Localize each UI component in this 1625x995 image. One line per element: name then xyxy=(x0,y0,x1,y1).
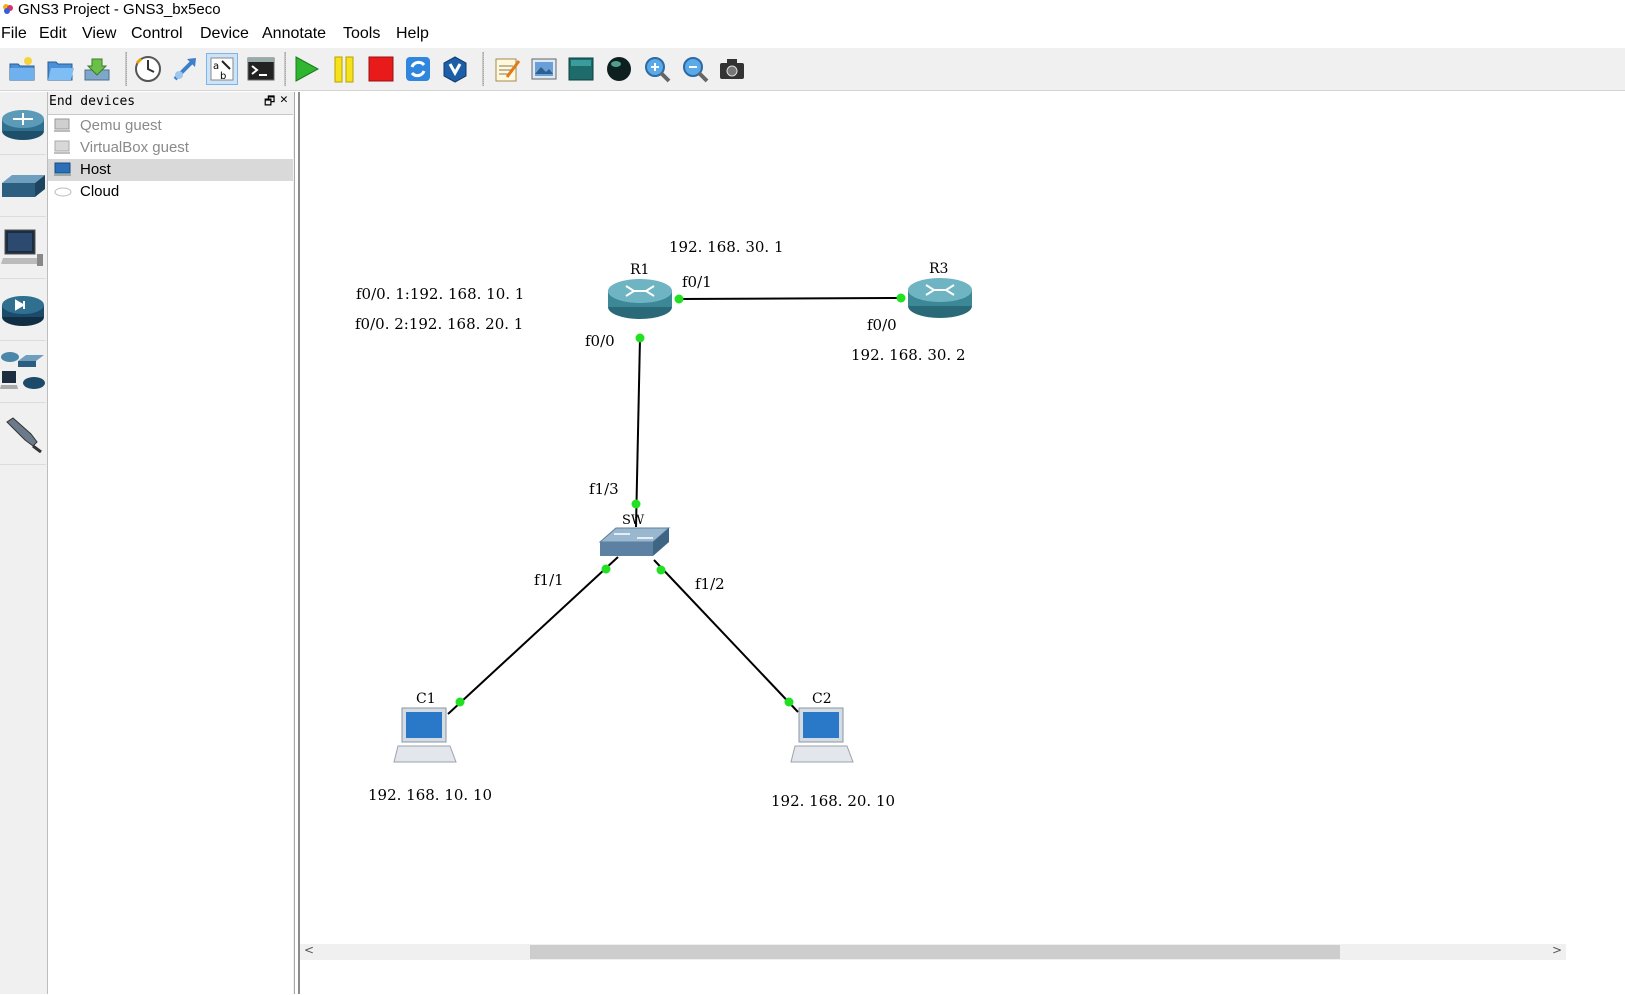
svg-text:b: b xyxy=(220,71,226,82)
add-note-icon[interactable] xyxy=(491,53,523,85)
scroll-left-icon[interactable]: < xyxy=(304,943,314,957)
main-toolbar: ab xyxy=(0,48,1625,91)
scroll-right-icon[interactable]: > xyxy=(1552,943,1562,957)
menu-device[interactable]: Device xyxy=(200,25,249,43)
virtualbox-icon[interactable] xyxy=(439,53,471,85)
menu-view[interactable]: View xyxy=(82,25,116,43)
add-link-icon[interactable] xyxy=(0,404,46,465)
security-device-icon[interactable] xyxy=(0,280,46,341)
save-project-icon[interactable] xyxy=(81,53,113,85)
virtualbox-guest-icon xyxy=(54,140,70,154)
screenshot-icon[interactable] xyxy=(716,53,748,85)
host-icon xyxy=(54,162,71,176)
menu-annotate[interactable]: Annotate xyxy=(262,25,326,43)
end-devices-dock: End devices 🗗 ✕ Qemu guest VirtualBox gu… xyxy=(48,92,295,995)
switch-icon[interactable] xyxy=(0,156,46,217)
svg-text:a: a xyxy=(213,61,219,72)
menu-control[interactable]: Control xyxy=(131,25,183,43)
close-dock-icon[interactable]: ✕ xyxy=(280,92,288,107)
menu-tools[interactable]: Tools xyxy=(343,25,380,43)
cloud-icon xyxy=(54,187,72,197)
menu-file[interactable]: File xyxy=(1,25,27,43)
zoom-in-icon[interactable] xyxy=(641,53,673,85)
menu-help[interactable]: Help xyxy=(396,25,429,43)
start-all-icon[interactable] xyxy=(290,53,322,85)
horizontal-scrollbar[interactable]: < > xyxy=(300,943,1566,960)
device-list: Qemu guest VirtualBox guest Host Cloud xyxy=(48,114,293,995)
topology-canvas[interactable] xyxy=(298,92,1568,994)
gns3-logo-icon xyxy=(3,4,13,14)
snapshot-icon[interactable] xyxy=(132,53,164,85)
insert-picture-icon[interactable] xyxy=(528,53,560,85)
reload-all-icon[interactable] xyxy=(402,53,434,85)
menu-edit[interactable]: Edit xyxy=(39,25,67,43)
float-dock-icon[interactable]: 🗗 xyxy=(264,92,275,113)
menu-bar: File Edit View Control Device Annotate T… xyxy=(0,22,1625,46)
scrollbar-thumb[interactable] xyxy=(530,945,1340,959)
end-device-icon[interactable] xyxy=(0,218,46,279)
add-link-icon[interactable]: ab xyxy=(206,53,238,85)
draw-rectangle-icon[interactable] xyxy=(565,53,597,85)
qemu-icon xyxy=(54,118,70,132)
list-item-qemu-guest[interactable]: Qemu guest xyxy=(48,115,293,137)
dock-header: End devices 🗗 ✕ xyxy=(48,92,294,112)
list-item-host[interactable]: Host xyxy=(48,159,293,181)
title-bar: GNS3 Project - GNS3_bx5eco xyxy=(0,0,1625,20)
all-devices-icon[interactable] xyxy=(0,342,46,403)
suspend-all-icon[interactable] xyxy=(328,53,360,85)
dock-title: End devices xyxy=(49,94,136,109)
router-icon[interactable] xyxy=(0,94,46,155)
new-project-icon[interactable] xyxy=(6,53,38,85)
zoom-out-icon[interactable] xyxy=(679,53,711,85)
list-item-virtualbox-guest[interactable]: VirtualBox guest xyxy=(48,137,293,159)
list-item-cloud[interactable]: Cloud xyxy=(48,181,293,203)
device-type-toolbar xyxy=(0,92,48,994)
draw-ellipse-icon[interactable] xyxy=(603,53,635,85)
open-project-icon[interactable] xyxy=(44,53,76,85)
show-interface-labels-icon[interactable] xyxy=(169,53,201,85)
window-title: GNS3 Project - GNS3_bx5eco xyxy=(18,1,221,18)
stop-all-icon[interactable] xyxy=(365,53,397,85)
console-all-icon[interactable] xyxy=(245,53,277,85)
